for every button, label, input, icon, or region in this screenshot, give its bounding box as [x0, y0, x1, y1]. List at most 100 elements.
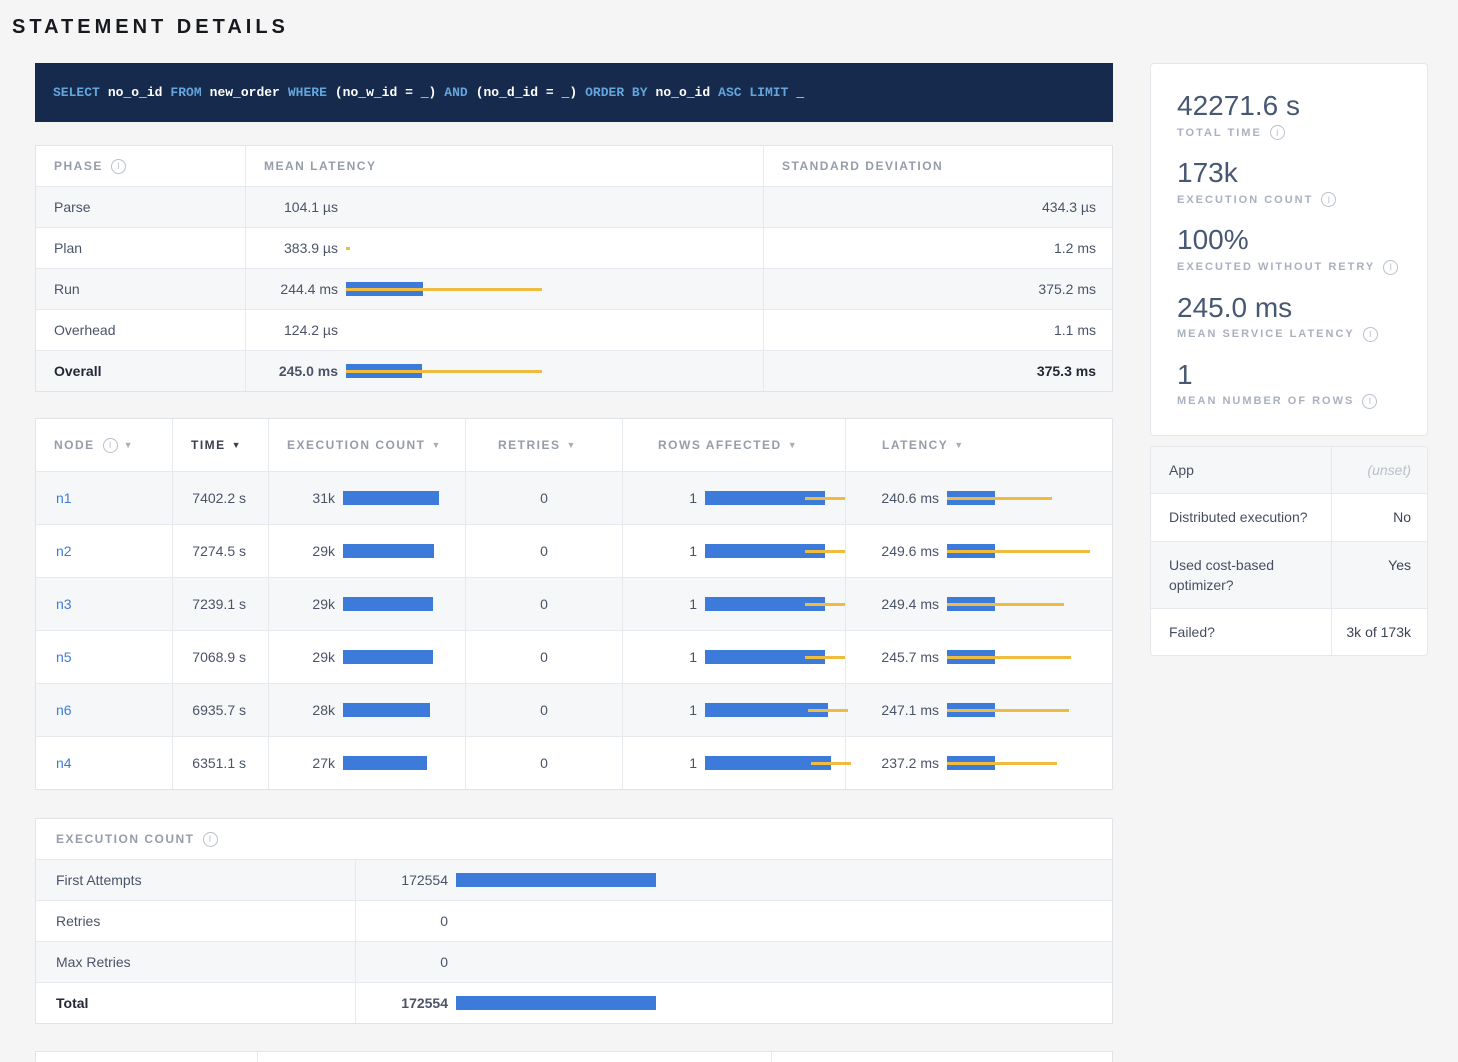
sort-icon[interactable]: ▼ [788, 440, 798, 450]
time-column-header[interactable]: Time ▼ [173, 419, 269, 471]
summary-sidebar: 42271.6 s Total Timei 173k Execution Cou… [1150, 63, 1428, 656]
sql-keyword: WHERE [288, 85, 327, 100]
time-value: 6935.7 s [173, 684, 269, 736]
table-row: Max Retries 0 [36, 941, 1112, 982]
table-row: n2 7274.5 s 29k 0 1 249.6 ms [36, 524, 1112, 577]
stat-value: 173k [1177, 157, 1401, 189]
rows-affected-cell: 1 [623, 578, 846, 630]
node-cell: n1 [36, 472, 173, 524]
node-link[interactable]: n5 [56, 649, 72, 665]
time-value: 7068.9 s [173, 631, 269, 683]
latency-column-header[interactable]: Latency ▼ [846, 419, 1114, 471]
node-link[interactable]: n6 [56, 702, 72, 718]
phase-label: Plan [36, 228, 246, 268]
rows-affected-cell: 1 [623, 737, 846, 789]
node-link[interactable]: n4 [56, 755, 72, 771]
info-icon[interactable]: i [1383, 260, 1398, 275]
detail-row-cost-based-optimizer: Used cost-based optimizer? Yes [1151, 541, 1427, 609]
sql-identifier: no_o_id [108, 85, 163, 100]
latency-cell: 247.1 ms [846, 684, 1114, 736]
info-icon[interactable]: i [1362, 394, 1377, 409]
node-link[interactable]: n3 [56, 596, 72, 612]
node-link[interactable]: n1 [56, 490, 72, 506]
rows-affected-bar [705, 703, 845, 717]
info-icon[interactable]: i [203, 832, 218, 847]
standard-deviation-column-header: Standard Deviation [772, 1052, 1114, 1062]
rows-affected-bar [705, 544, 845, 558]
sort-icon[interactable]: ▼ [232, 440, 242, 450]
phase-latency-table: Phase i Mean Latency Standard Deviation … [35, 145, 1113, 392]
sql-keyword: SELECT [53, 85, 100, 100]
detail-value: (unset) [1332, 447, 1427, 493]
layout: SELECT no_o_id FROM new_order WHERE (no_… [0, 39, 1458, 1062]
execution-count-bar [343, 544, 465, 558]
execution-count-column-header[interactable]: Execution Count ▼ [269, 419, 466, 471]
info-icon[interactable]: i [1270, 125, 1285, 140]
sort-icon[interactable]: ▼ [954, 440, 964, 450]
stat-label: Mean Number of Rowsi [1177, 394, 1401, 409]
retries-value: 0 [466, 737, 623, 789]
execution-count-bar [456, 873, 1114, 887]
stat-label: Execution Counti [1177, 192, 1401, 207]
stat-mean-service-latency: 245.0 ms Mean Service Latencyi [1177, 292, 1401, 342]
time-value: 7402.2 s [173, 472, 269, 524]
sql-identifier: (no_w_id = _) [335, 85, 436, 100]
statement-details-page: STATEMENT DETAILS SELECT no_o_id FROM ne… [0, 0, 1458, 1062]
node-cell: n4 [36, 737, 173, 789]
execution-count-cell: 28k [269, 684, 466, 736]
retries-column-header[interactable]: Retries ▼ [466, 419, 623, 471]
info-icon[interactable]: i [103, 438, 118, 453]
detail-label: Used cost-based optimizer? [1151, 542, 1332, 609]
latency-bar [346, 200, 763, 214]
execution-count-bar [343, 650, 465, 664]
mean-latency-value: 383.9 µs [264, 240, 338, 256]
sort-icon[interactable]: ▼ [567, 440, 577, 450]
latency-cell: 240.6 ms [846, 472, 1114, 524]
detail-value: Yes [1332, 542, 1427, 609]
latency-bar [947, 703, 1114, 717]
exec-row-label: First Attempts [36, 860, 356, 900]
sort-icon[interactable]: ▼ [124, 440, 134, 450]
node-table-header-row: Node i ▼ Time ▼ Execution Count ▼ Retrie… [36, 419, 1112, 471]
info-icon[interactable]: i [1363, 327, 1378, 342]
detail-value: 3k of 173k [1332, 609, 1427, 655]
rows-affected-bar [705, 597, 845, 611]
rows-affected-bar [705, 491, 845, 505]
mean-rows-column-header: Mean Rows [258, 1052, 772, 1062]
node-link[interactable]: n2 [56, 543, 72, 559]
node-column-header[interactable]: Node i ▼ [36, 419, 173, 471]
sql-keyword: FROM [170, 85, 201, 100]
stat-label: Executed without Retryi [1177, 260, 1401, 275]
exec-count-cell: 0 [356, 901, 1114, 941]
detail-row-distributed-execution: Distributed execution? No [1151, 493, 1427, 540]
table-row: n4 6351.1 s 27k 0 1 237.2 ms [36, 736, 1112, 789]
sql-identifier: no_o_id [656, 85, 711, 100]
node-cell: n2 [36, 525, 173, 577]
rows-affected-table: Mean Rows Standard Deviation Rows Affect… [35, 1051, 1113, 1062]
rows-affected-cell: 1 [623, 631, 846, 683]
mean-latency-value: 124.2 µs [264, 322, 338, 338]
std-dev-value: 375.2 ms [764, 269, 1114, 309]
latency-cell: 237.2 ms [846, 737, 1114, 789]
latency-bar [947, 756, 1114, 770]
rows-affected-cell: 1 [623, 525, 846, 577]
standard-deviation-column-header: Standard Deviation [764, 146, 1114, 186]
rows-affected-column-header[interactable]: Rows Affected ▼ [623, 419, 846, 471]
info-icon[interactable]: i [1321, 192, 1336, 207]
execution-count-bar [343, 756, 465, 770]
sort-icon[interactable]: ▼ [432, 440, 442, 450]
stat-value: 100% [1177, 224, 1401, 256]
node-cell: n6 [36, 684, 173, 736]
mean-latency-cell: 245.0 ms [246, 351, 764, 391]
std-dev-value: 1.2 ms [764, 228, 1114, 268]
table-row: Run 244.4 ms 375.2 ms [36, 268, 1112, 309]
time-value: 7239.1 s [173, 578, 269, 630]
mean-latency-cell: 124.2 µs [246, 310, 764, 350]
phase-label: Overall [36, 351, 246, 391]
info-icon[interactable]: i [111, 159, 126, 174]
stat-value: 42271.6 s [1177, 90, 1401, 122]
phase-label: Overhead [36, 310, 246, 350]
table-row: Retries 0 [36, 900, 1112, 941]
table-row: n3 7239.1 s 29k 0 1 249.4 ms [36, 577, 1112, 630]
node-cell: n3 [36, 578, 173, 630]
